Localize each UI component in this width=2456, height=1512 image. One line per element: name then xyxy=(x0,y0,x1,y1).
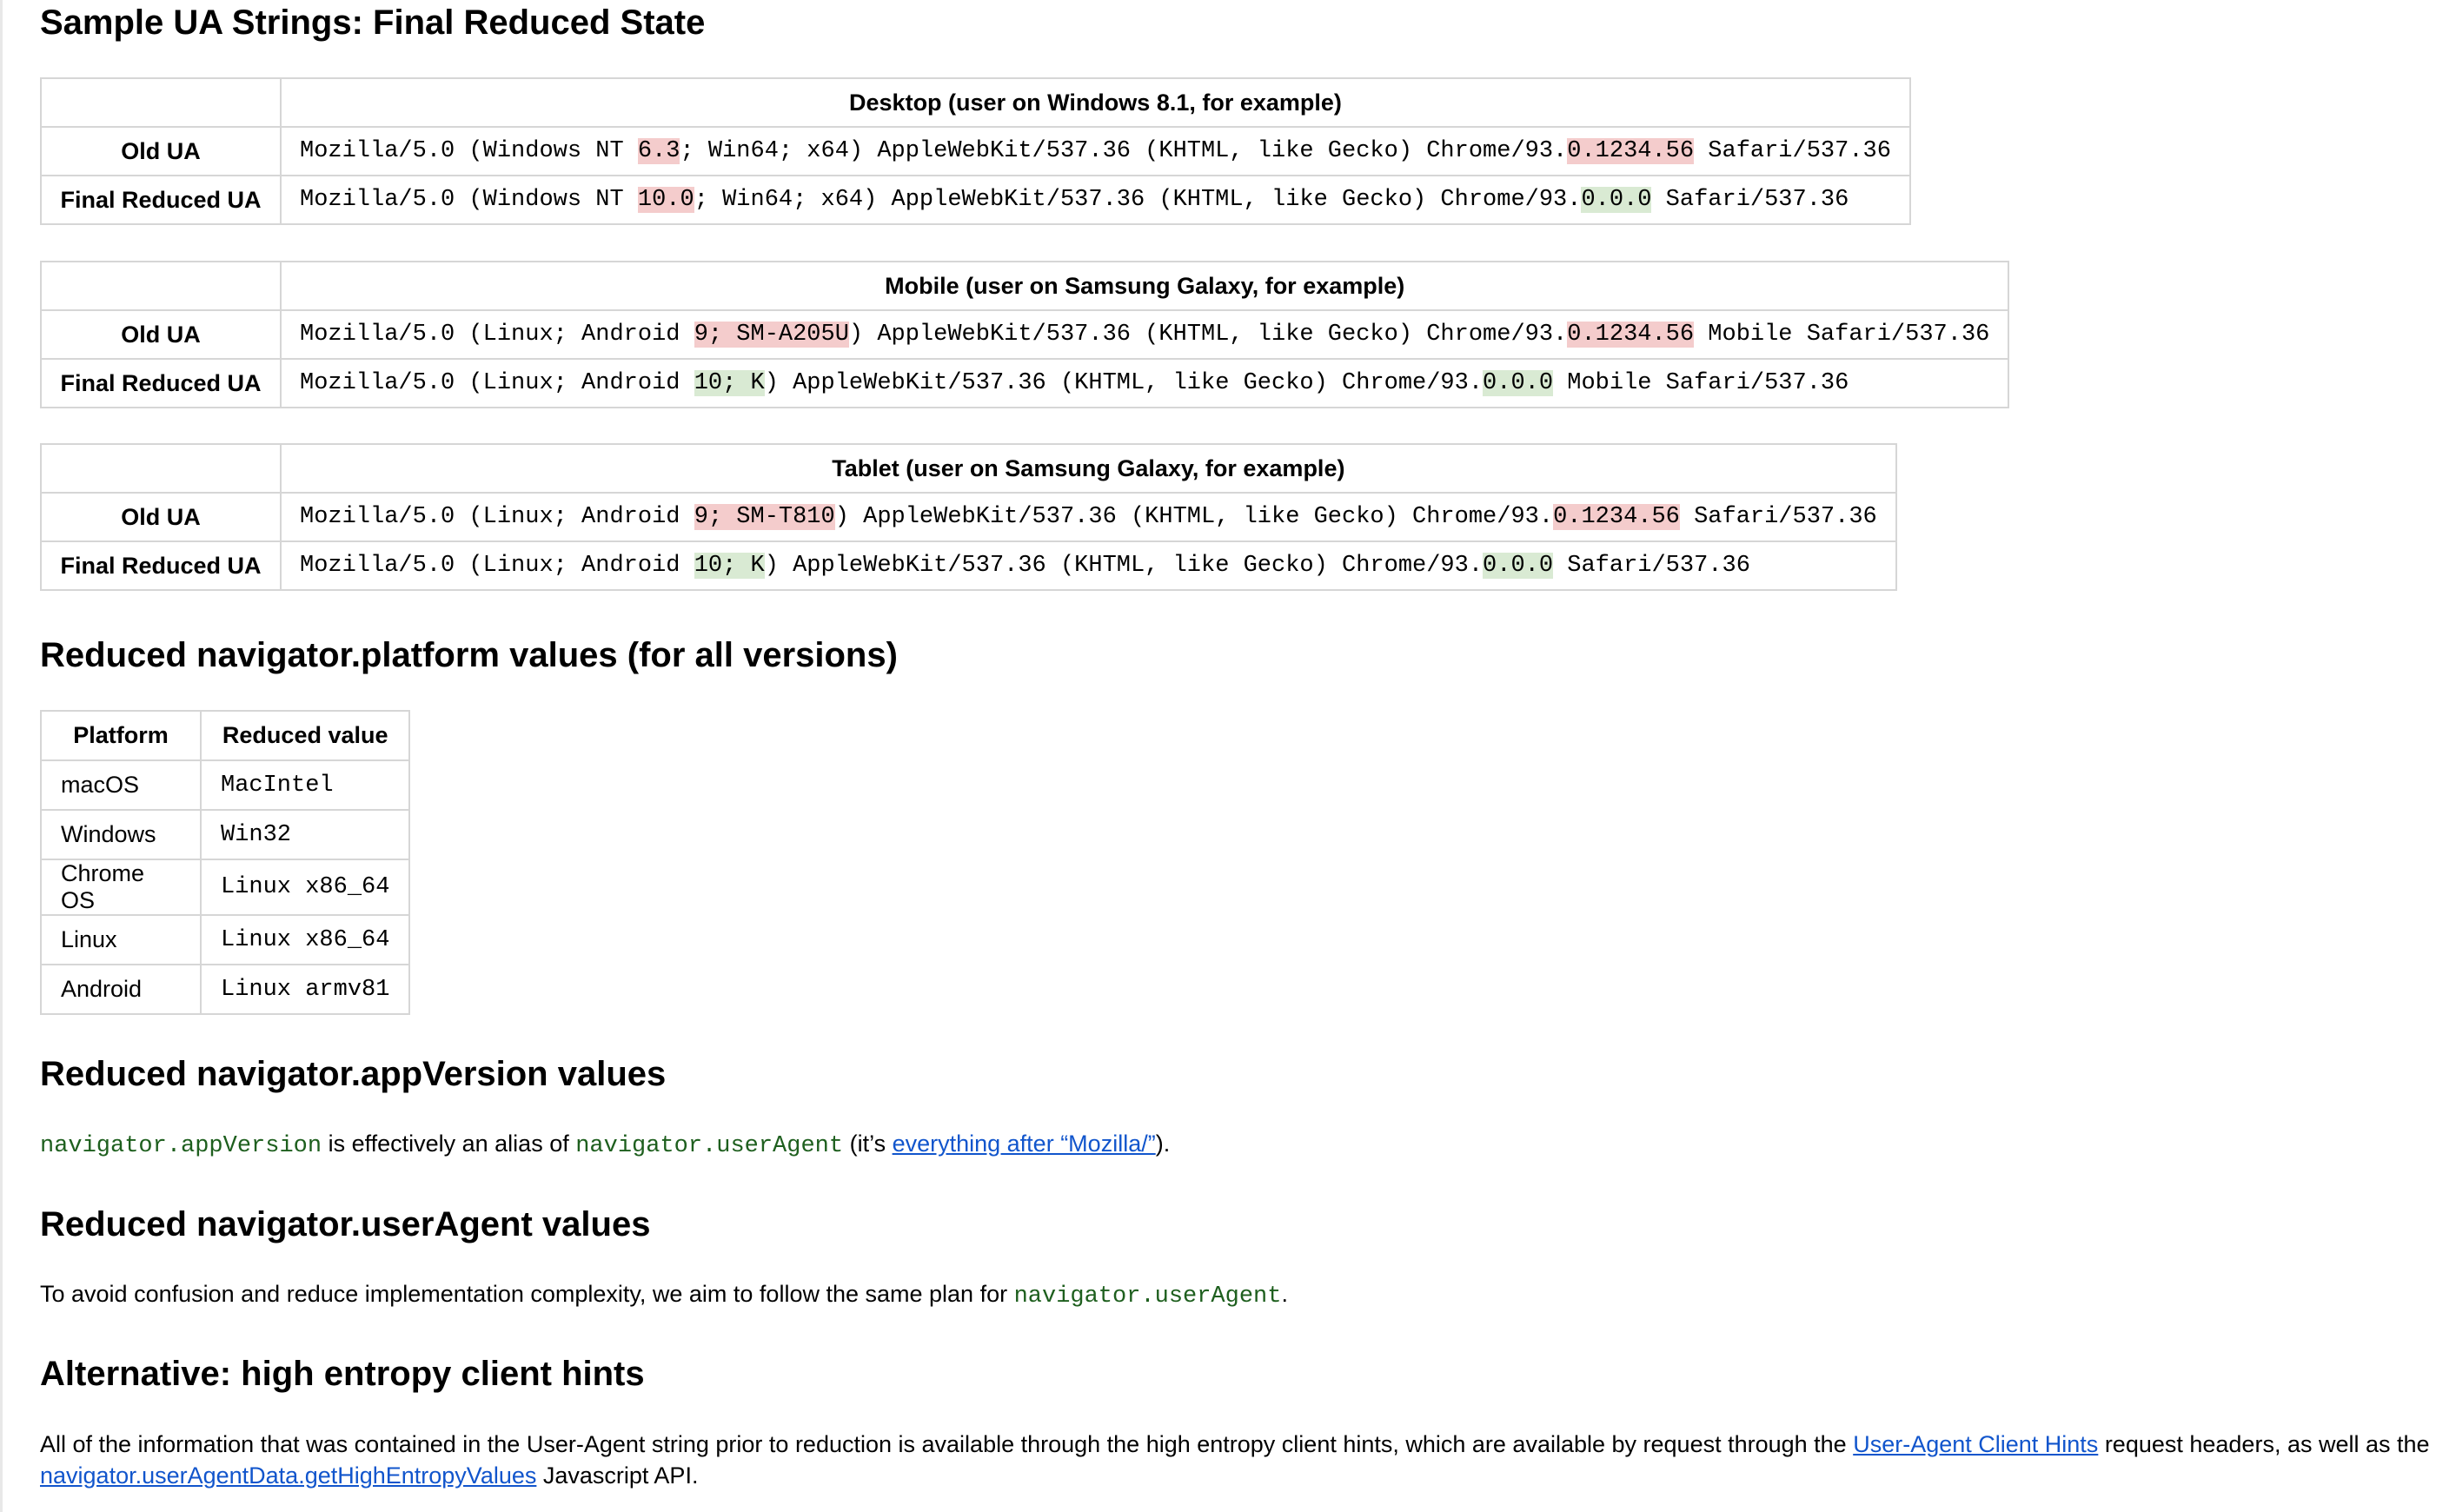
ua-part: Safari/537.36 xyxy=(1553,553,1750,579)
ua-table-tablet: Tablet (user on Samsung Galaxy, for exam… xyxy=(40,443,1897,591)
ua-part-removed: 0.1234.56 xyxy=(1553,504,1680,530)
appversion-heading: Reduced navigator.appVersion values xyxy=(40,1055,667,1093)
ua-part-removed: 6.3 xyxy=(637,138,680,164)
platform-name: Windows xyxy=(40,809,202,860)
paragraph-text: is effectively an alias of xyxy=(322,1131,576,1157)
ua-string: Mozilla/5.0 (Windows NT 6.3; Win64; x64)… xyxy=(280,126,1911,176)
platform-name: macOS xyxy=(40,759,202,811)
platform-value: Linux armv81 xyxy=(199,964,411,1015)
ua-part: Safari/537.36 xyxy=(1651,187,1849,213)
ua-part-removed: 0.1234.56 xyxy=(1567,138,1695,164)
ua-part: Mozilla/5.0 (Linux; Android xyxy=(300,504,694,530)
ua-part: Mozilla/5.0 (Linux; Android xyxy=(300,370,694,396)
ua-string: Mozilla/5.0 (Linux; Android 9; SM-T810) … xyxy=(280,492,1897,542)
ua-part-reduced: 0.0.0 xyxy=(1483,370,1554,396)
ua-part: ; Win64; x64) AppleWebKit/537.36 (KHTML,… xyxy=(694,187,1582,213)
table-row: Windows Win32 xyxy=(40,809,411,860)
ua-string: Mozilla/5.0 (Linux; Android 9; SM-A205U)… xyxy=(279,309,2010,360)
ua-part-removed: 0.1234.56 xyxy=(1567,322,1695,348)
platform-name: Android xyxy=(40,964,202,1015)
inline-code: navigator.userAgent xyxy=(575,1133,844,1159)
page-title: Sample UA Strings: Final Reduced State xyxy=(40,3,706,42)
everything-after-mozilla-link[interactable]: everything after “Mozilla/” xyxy=(893,1131,1156,1157)
row-label: Final Reduced UA xyxy=(40,358,282,408)
ua-part-reduced: 10; K xyxy=(694,370,765,396)
ua-table-heading: Mobile (user on Samsung Galaxy, for exam… xyxy=(279,261,2010,311)
table-row: Final Reduced UA Mozilla/5.0 (Linux; And… xyxy=(40,540,1897,591)
table-row: Old UA Mozilla/5.0 (Linux; Android 9; SM… xyxy=(40,309,2010,360)
paragraph-text: ). xyxy=(1155,1131,1171,1157)
ua-part: Mozilla/5.0 (Windows NT xyxy=(300,187,638,213)
paragraph-text: (it’s xyxy=(843,1131,893,1157)
table-row: Final Reduced UA Mozilla/5.0 (Linux; And… xyxy=(40,358,2010,408)
ua-part: Mozilla/5.0 (Windows NT xyxy=(300,138,638,164)
ua-part: Mozilla/5.0 (Linux; Android xyxy=(300,553,694,579)
ua-string: Mozilla/5.0 (Linux; Android 10; K) Apple… xyxy=(279,358,2010,408)
ua-part-reduced: 10; K xyxy=(694,553,765,579)
ua-part-removed: 9; SM-T810 xyxy=(694,504,835,530)
ua-table-desktop: Desktop (user on Windows 8.1, for exampl… xyxy=(40,77,1911,225)
platform-name: Linux xyxy=(40,914,202,965)
table-row: Old UA Mozilla/5.0 (Windows NT 6.3; Win6… xyxy=(40,126,1911,176)
row-label: Old UA xyxy=(40,492,282,542)
ua-part: ) AppleWebKit/537.36 (KHTML, like Gecko)… xyxy=(764,553,1484,579)
paragraph-text: Javascript API. xyxy=(536,1462,699,1489)
inline-code: navigator.userAgent xyxy=(1013,1283,1282,1310)
platform-value: MacIntel xyxy=(199,759,411,811)
column-header-reduced-value: Reduced value xyxy=(199,710,411,761)
ua-part: ) AppleWebKit/537.36 (KHTML, like Gecko)… xyxy=(848,322,1568,348)
ua-part-reduced: 0.0.0 xyxy=(1483,553,1554,579)
ua-part-removed: 9; SM-A205U xyxy=(694,322,849,348)
ua-part-reduced: 0.0.0 xyxy=(1581,187,1652,213)
row-label: Old UA xyxy=(40,309,282,360)
ua-table-corner xyxy=(40,261,282,311)
paragraph-text: To avoid confusion and reduce implementa… xyxy=(40,1281,1014,1307)
platform-heading: Reduced navigator.platform values (for a… xyxy=(40,636,898,674)
platform-value: Linux x86_64 xyxy=(199,914,411,965)
ua-part: Mozilla/5.0 (Linux; Android xyxy=(300,322,694,348)
table-row: Old UA Mozilla/5.0 (Linux; Android 9; SM… xyxy=(40,492,1897,542)
ua-string: Mozilla/5.0 (Linux; Android 10; K) Apple… xyxy=(280,540,1897,591)
platform-table: Platform Reduced value macOS MacIntel Wi… xyxy=(40,710,411,1015)
table-row: Linux Linux x86_64 xyxy=(40,914,411,965)
ua-part: Mobile Safari/537.36 xyxy=(1553,370,1849,396)
row-label: Final Reduced UA xyxy=(40,540,282,591)
paragraph-text: . xyxy=(1281,1281,1288,1307)
inline-code: navigator.appVersion xyxy=(40,1133,322,1159)
user-agent-client-hints-link[interactable]: User-Agent Client Hints xyxy=(1853,1431,2098,1457)
client-hints-paragraph: All of the information that was containe… xyxy=(40,1429,2439,1491)
platform-value: Linux x86_64 xyxy=(199,859,411,916)
platform-value: Win32 xyxy=(199,809,411,860)
ua-table-mobile: Mobile (user on Samsung Galaxy, for exam… xyxy=(40,261,2010,408)
ua-part: Safari/537.36 xyxy=(1679,504,1877,530)
ua-table-corner xyxy=(40,443,282,494)
paragraph-text: request headers, as well as the xyxy=(2098,1431,2430,1457)
ua-part: ) AppleWebKit/537.36 (KHTML, like Gecko)… xyxy=(834,504,1554,530)
platform-name: Chrome OS xyxy=(40,859,202,916)
table-row: Final Reduced UA Mozilla/5.0 (Windows NT… xyxy=(40,175,1911,225)
paragraph-text: All of the information that was containe… xyxy=(40,1431,1854,1457)
ua-part: Mobile Safari/537.36 xyxy=(1694,322,1990,348)
ua-part-removed: 10.0 xyxy=(637,187,694,213)
left-margin-rule xyxy=(0,0,3,1512)
ua-part: ) AppleWebKit/537.36 (KHTML, like Gecko)… xyxy=(764,370,1484,396)
table-row: macOS MacIntel xyxy=(40,759,411,811)
table-row: Android Linux armv81 xyxy=(40,964,411,1015)
appversion-paragraph: navigator.appVersion is effectively an a… xyxy=(40,1128,1170,1162)
ua-part: ; Win64; x64) AppleWebKit/537.36 (KHTML,… xyxy=(680,138,1568,164)
ua-string: Mozilla/5.0 (Windows NT 10.0; Win64; x64… xyxy=(280,175,1911,225)
row-label: Old UA xyxy=(40,126,282,176)
column-header-platform: Platform xyxy=(40,710,202,761)
client-hints-heading: Alternative: high entropy client hints xyxy=(40,1355,645,1393)
get-high-entropy-values-link[interactable]: navigator.userAgentData.getHighEntropyVa… xyxy=(40,1462,536,1489)
ua-table-heading: Desktop (user on Windows 8.1, for exampl… xyxy=(280,77,1911,128)
row-label: Final Reduced UA xyxy=(40,175,282,225)
useragent-paragraph: To avoid confusion and reduce implementa… xyxy=(40,1278,1288,1312)
ua-table-heading: Tablet (user on Samsung Galaxy, for exam… xyxy=(280,443,1897,494)
ua-part: Safari/537.36 xyxy=(1694,138,1891,164)
useragent-heading: Reduced navigator.userAgent values xyxy=(40,1205,651,1243)
ua-table-corner xyxy=(40,77,282,128)
table-row: Chrome OS Linux x86_64 xyxy=(40,859,411,916)
